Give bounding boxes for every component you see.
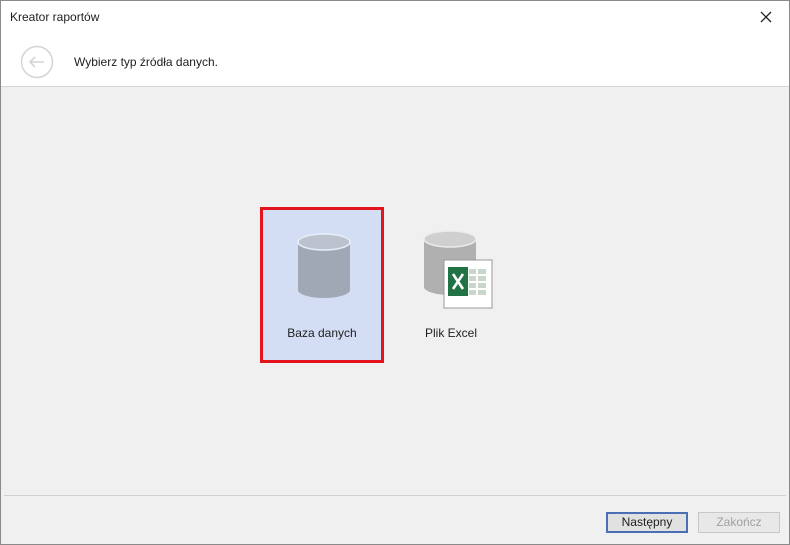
close-icon bbox=[760, 11, 772, 23]
database-icon bbox=[297, 233, 351, 298]
dialog-window: Kreator raportów Wybierz typ źródła dany… bbox=[0, 0, 790, 545]
data-source-options: Baza danych Plik Excel bbox=[1, 87, 789, 495]
option-excel-label: Plik Excel bbox=[424, 326, 477, 340]
footer-divider bbox=[4, 495, 786, 496]
option-excel[interactable]: Plik Excel bbox=[389, 207, 513, 363]
finish-button[interactable]: Zakończ bbox=[698, 512, 780, 533]
back-button[interactable] bbox=[20, 45, 54, 79]
option-database[interactable]: Baza danych bbox=[260, 207, 384, 363]
option-database-label: Baza danych bbox=[287, 326, 357, 340]
title-bar: Kreator raportów bbox=[1, 1, 789, 33]
window-title: Kreator raportów bbox=[10, 10, 100, 24]
wizard-header: Wybierz typ źródła danych. bbox=[1, 33, 789, 87]
close-button[interactable] bbox=[743, 1, 789, 33]
next-button[interactable]: Następny bbox=[606, 512, 688, 533]
excel-file-icon bbox=[423, 230, 493, 309]
arrow-left-icon bbox=[20, 45, 54, 79]
step-instruction: Wybierz typ źródła danych. bbox=[74, 55, 218, 69]
